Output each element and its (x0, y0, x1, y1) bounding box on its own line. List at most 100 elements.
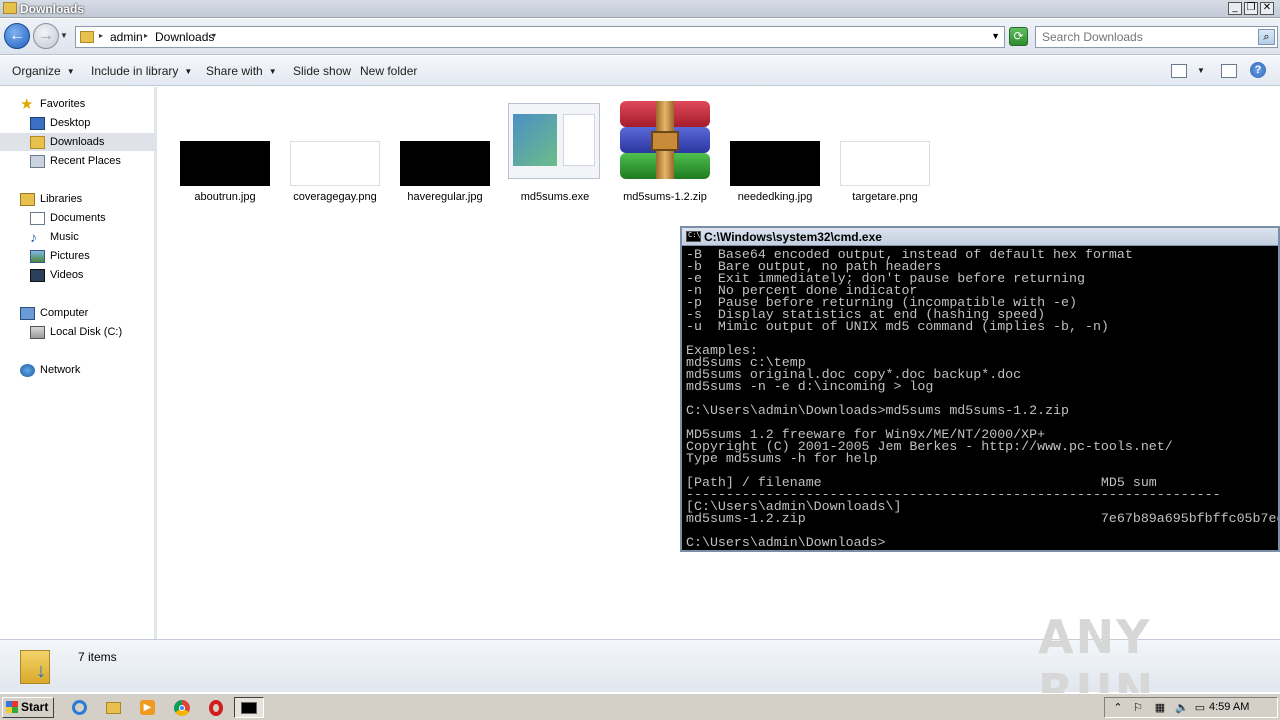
console-line: md5sums -n -e d:\incoming > log (686, 379, 934, 394)
window-title: Downloads (20, 2, 85, 16)
cmd-title: C:\Windows\system32\cmd.exe (704, 230, 882, 244)
console-line: C:\Users\admin\Downloads>md5sums md5sums… (686, 403, 1070, 418)
exe-window-icon (508, 103, 600, 179)
address-toolbar: ← → ▼ ▸ admin ▸ Downloads ▾ ▼ ⟳ ⌕ (0, 19, 1280, 55)
start-button[interactable]: Start (2, 697, 54, 718)
nav-favorites[interactable]: ★ Favorites (20, 95, 150, 113)
new-folder-button[interactable]: New folder (360, 64, 417, 78)
internet-explorer-icon[interactable] (68, 697, 90, 718)
show-desktop-button[interactable] (1260, 697, 1276, 718)
start-label: Start (21, 700, 49, 714)
nav-local-disk[interactable]: Local Disk (C:) (30, 323, 150, 341)
chevron-right-icon[interactable]: ▸ (144, 31, 148, 40)
chevron-right-icon[interactable]: ▸ (99, 31, 103, 40)
file-name: coveragegay.png (293, 191, 377, 203)
nav-pictures[interactable]: Pictures (30, 247, 150, 265)
volume-icon[interactable]: 🔈 (1175, 701, 1189, 715)
opera-icon[interactable] (204, 697, 226, 718)
file-item[interactable]: targetare.png (830, 87, 930, 203)
cmd-titlebar[interactable]: C:\Windows\system32\cmd.exe (682, 228, 1278, 246)
hard-disk-icon (30, 326, 45, 339)
file-explorer-icon[interactable] (102, 697, 124, 718)
nav-recent-places[interactable]: Recent Places (30, 152, 150, 170)
organize-label: Organize (12, 64, 61, 78)
libraries-icon (20, 193, 35, 206)
slide-show-button[interactable]: Slide show (293, 64, 351, 78)
nav-libraries[interactable]: Libraries (20, 190, 150, 208)
nav-music[interactable]: ♪ Music (30, 228, 150, 246)
share-with-menu[interactable]: Share with ▼ (206, 64, 277, 78)
computer-icon (20, 307, 35, 320)
show-hidden-icons-icon[interactable]: ⌃ (1111, 701, 1125, 715)
windows-logo-icon (6, 701, 18, 713)
view-options-dropdown[interactable]: ▼ (1197, 66, 1205, 75)
console-output[interactable]: -B Base64 encoded output, instead of def… (686, 249, 1278, 549)
restore-button[interactable]: ❐ (1244, 2, 1258, 15)
black-image-thumbnail-icon (730, 141, 820, 186)
file-item[interactable]: aboutrun.jpg (170, 87, 270, 203)
item-count: 7 items (78, 650, 117, 664)
nav-libraries-label: Libraries (40, 193, 83, 205)
media-player-icon[interactable]: ▶ (136, 697, 158, 718)
nav-videos-label: Videos (50, 269, 84, 281)
forward-button[interactable]: → (33, 23, 59, 49)
file-item[interactable]: md5sums.exe (500, 87, 600, 203)
breadcrumb-downloads[interactable]: Downloads (155, 30, 214, 44)
chevron-down-icon: ▼ (268, 67, 277, 76)
chevron-down-icon[interactable]: ▾ (212, 31, 216, 40)
cmd-window[interactable]: C:\Windows\system32\cmd.exe -B Base64 en… (680, 226, 1280, 552)
network-status-icon[interactable]: ▦ (1153, 701, 1167, 715)
help-icon[interactable]: ? (1250, 62, 1266, 78)
include-in-library-label: Include in library (91, 64, 179, 78)
file-item[interactable]: coveragegay.png (280, 87, 380, 203)
battery-icon[interactable]: ▭ (1193, 701, 1207, 715)
downloads-folder-icon: ↓ (20, 646, 54, 684)
nav-computer[interactable]: Computer (20, 304, 150, 322)
recent-places-icon (30, 155, 45, 168)
nav-network[interactable]: Network (20, 361, 150, 379)
address-history-dropdown[interactable]: ▼ (991, 31, 1000, 41)
nav-downloads[interactable]: Downloads (0, 133, 157, 151)
address-bar[interactable]: ▸ admin ▸ Downloads ▾ ▼ (75, 26, 1005, 48)
close-button[interactable]: ✕ (1260, 2, 1274, 15)
search-input[interactable] (1036, 27, 1256, 47)
search-box[interactable]: ⌕ (1035, 26, 1278, 48)
white-image-thumbnail-icon (290, 141, 380, 186)
star-icon: ★ (20, 96, 34, 113)
folder-icon (80, 31, 94, 43)
search-icon[interactable]: ⌕ (1258, 29, 1275, 45)
nav-network-label: Network (40, 364, 81, 376)
cmd-taskbar-icon[interactable] (234, 697, 264, 718)
nav-documents[interactable]: Documents (30, 209, 150, 227)
desktop-icon (30, 117, 45, 130)
minimize-button[interactable]: _ (1228, 2, 1242, 15)
change-view-icon[interactable] (1171, 64, 1187, 78)
cmd-icon (686, 231, 701, 242)
include-in-library-menu[interactable]: Include in library ▼ (91, 64, 192, 78)
clock[interactable]: 4:59 AM (1209, 701, 1249, 713)
file-item[interactable]: md5sums-1.2.zip (610, 87, 710, 203)
recent-pages-dropdown[interactable]: ▼ (60, 31, 68, 40)
organize-menu[interactable]: Organize ▼ (12, 64, 75, 78)
nav-documents-label: Documents (50, 212, 106, 224)
music-icon: ♪ (30, 229, 37, 245)
console-line: C:\Users\admin\Downloads> (686, 535, 886, 549)
pictures-icon (30, 250, 45, 263)
file-item[interactable]: haveregular.jpg (390, 87, 490, 203)
white-image-thumbnail-icon (840, 141, 930, 186)
file-name: neededking.jpg (737, 191, 813, 203)
file-name: md5sums.exe (520, 191, 590, 203)
refresh-button[interactable]: ⟳ (1009, 27, 1028, 46)
nav-desktop[interactable]: Desktop (30, 114, 150, 132)
chrome-icon[interactable] (170, 697, 192, 718)
preview-pane-icon[interactable] (1221, 64, 1237, 78)
file-item[interactable]: neededking.jpg (720, 87, 820, 203)
action-center-flag-icon[interactable]: ⚐ (1131, 701, 1145, 715)
breadcrumb-admin[interactable]: admin (110, 30, 143, 44)
videos-icon (30, 269, 45, 282)
chevron-down-icon: ▼ (184, 67, 193, 76)
documents-icon (30, 212, 45, 225)
nav-videos[interactable]: Videos (30, 266, 150, 284)
back-button[interactable]: ← (4, 23, 30, 49)
window-titlebar[interactable]: Downloads _ ❐ ✕ (0, 0, 1280, 18)
